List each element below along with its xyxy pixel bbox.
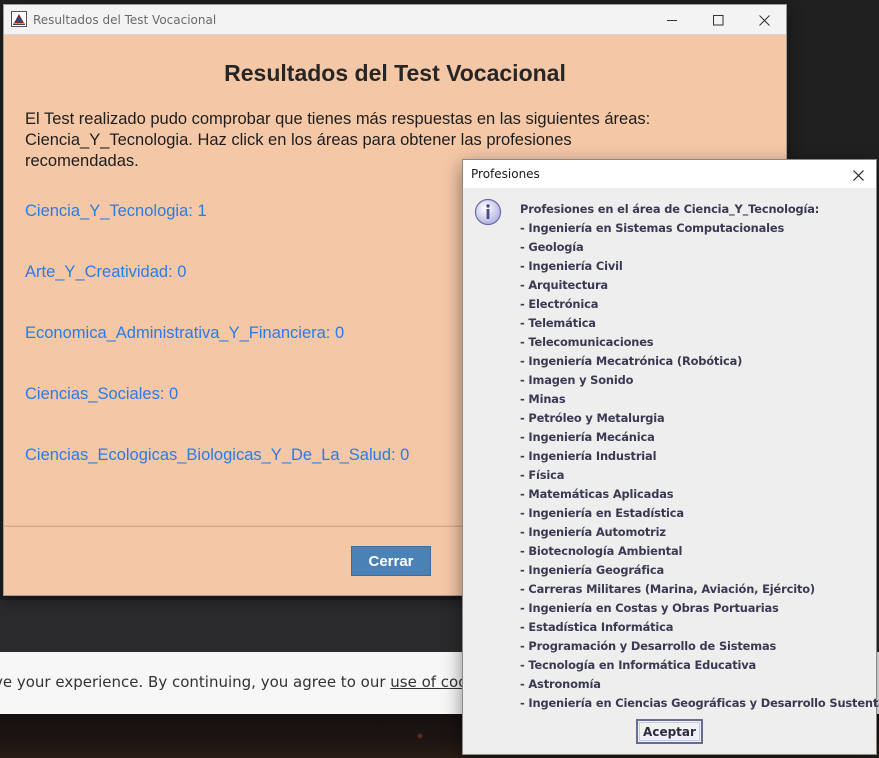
profession-item: - Física — [520, 468, 565, 482]
close-icon — [758, 14, 770, 26]
profession-item: - Electrónica — [520, 297, 599, 311]
area-link-economica-administrativa[interactable]: Economica_Administrativa_Y_Financiera: 0 — [25, 324, 344, 343]
profession-item: - Telemática — [520, 316, 596, 330]
profession-item: - Ingeniería Industrial — [520, 449, 657, 463]
close-icon — [852, 169, 864, 181]
profession-item: - Ingeniería en Sistemas Computacionales — [520, 221, 785, 235]
minimize-icon — [666, 19, 677, 21]
profession-item: - Ingeniería en Estadística — [520, 506, 684, 520]
dialog-titlebar[interactable]: Profesiones — [463, 160, 876, 188]
profession-item: - Ingeniería en Ciencias Geográficas y D… — [520, 696, 879, 710]
profession-item: - Geología — [520, 240, 584, 254]
maximize-icon — [712, 14, 723, 25]
professions-heading: Profesiones en el área de Ciencia_Y_Tecn… — [520, 202, 820, 216]
profession-item: - Estadística Informática — [520, 620, 674, 634]
professions-dialog: Profesiones Profesiones en el área de Ci… — [462, 159, 879, 755]
info-icon — [474, 198, 502, 226]
area-link-ciencia-tecnologia[interactable]: Ciencia_Y_Tecnologia: 1 — [25, 202, 207, 221]
profession-item: - Minas — [520, 392, 566, 406]
profession-item: - Petróleo y Metalurgia — [520, 411, 665, 425]
profession-item: - Ingeniería Automotriz — [520, 525, 666, 539]
profession-item: - Tecnología en Informática Educativa — [520, 658, 757, 672]
maximize-button[interactable] — [695, 5, 741, 35]
profession-item: - Ingeniería Mecatrónica (Robótica) — [520, 354, 743, 368]
profession-item: - Arquitectura — [520, 278, 608, 292]
minimize-button[interactable] — [649, 5, 695, 35]
profession-item: - Biotecnología Ambiental — [520, 544, 683, 558]
results-window-titlebar[interactable]: Resultados del Test Vocacional — [4, 5, 786, 35]
page-title: Resultados del Test Vocacional — [224, 60, 566, 86]
dialog-close-button[interactable] — [847, 164, 869, 186]
professions-list: Profesiones en el área de Ciencia_Y_Tecn… — [520, 200, 879, 713]
profession-item: - Telecomunicaciones — [520, 335, 654, 349]
profession-item: - Ingeniería Civil — [520, 259, 623, 273]
area-link-arte-creatividad[interactable]: Arte_Y_Creatividad: 0 — [25, 263, 186, 282]
profession-item: - Ingeniería en Costas y Obras Portuaria… — [520, 601, 779, 615]
profession-item: - Astronomía — [520, 677, 601, 691]
accept-button[interactable]: Aceptar — [636, 719, 703, 744]
window-title: Resultados del Test Vocacional — [33, 13, 217, 27]
profession-item: - Ingeniería Mecánica — [520, 430, 655, 444]
close-button[interactable]: Cerrar — [351, 546, 431, 576]
dialog-title: Profesiones — [471, 167, 540, 181]
profession-item: - Programación y Desarrollo de Sistemas — [520, 639, 777, 653]
area-link-ciencias-ecologicas[interactable]: Ciencias_Ecologicas_Biologicas_Y_De_La_S… — [25, 446, 409, 465]
area-link-ciencias-sociales[interactable]: Ciencias_Sociales: 0 — [25, 385, 178, 404]
window-close-button[interactable] — [741, 5, 787, 35]
profession-item: - Matemáticas Aplicadas — [520, 487, 674, 501]
profession-item: - Ingeniería Geográfica — [520, 563, 665, 577]
cookie-banner-text: ve your experience. By continuing, you a… — [0, 673, 498, 691]
java-app-icon — [11, 11, 27, 27]
profession-item: - Imagen y Sonido — [520, 373, 634, 387]
profession-item: - Carreras Militares (Marina, Aviación, … — [520, 582, 815, 596]
